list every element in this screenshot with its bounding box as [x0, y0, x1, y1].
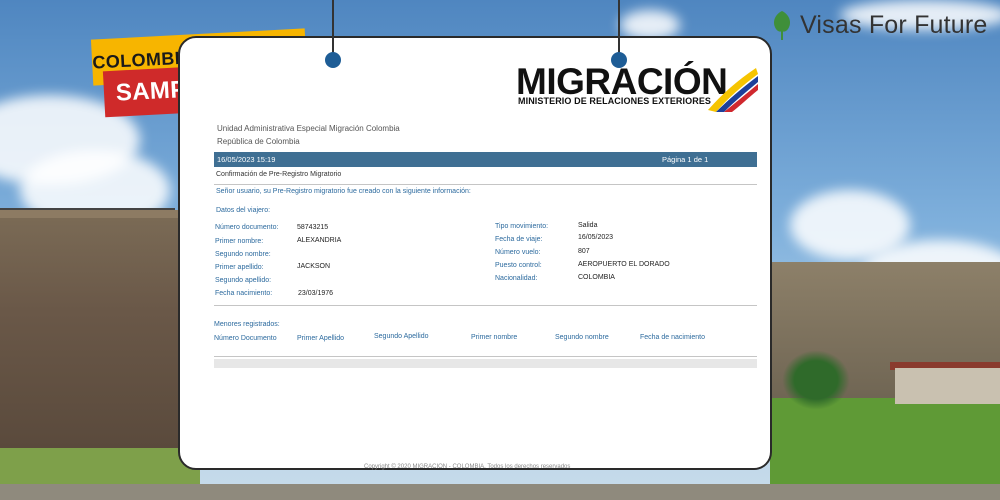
field-label: Tipo movimiento:: [495, 223, 549, 230]
fence: [0, 208, 175, 210]
field-label: Segundo nombre:: [215, 251, 271, 258]
divider: [214, 184, 757, 185]
logo-subtitle: MINISTERIO DE RELACIONES EXTERIORES: [518, 96, 712, 106]
brand-logo[interactable]: Visas For Future: [770, 9, 988, 41]
confirmation-message: Señor usuario, su Pre-Registro migratori…: [216, 188, 471, 195]
field-label: Número documento:: [215, 224, 279, 231]
field-label: Nacionalidad:: [495, 275, 538, 282]
divider: [214, 305, 757, 306]
empty-table-row: [214, 359, 757, 368]
column-header: Segundo Apellido: [374, 333, 429, 340]
document-title: Confirmación de Pre-Registro Migratorio: [216, 171, 342, 178]
field-value: 23/03/1976: [298, 290, 334, 297]
column-header: Primer Apellido: [297, 335, 345, 342]
house: [895, 368, 1000, 404]
column-header: Segundo nombre: [555, 334, 609, 341]
institution-name: Unidad Administrativa Especial Migración…: [217, 124, 400, 133]
fortress-wall-left: [0, 218, 200, 450]
field-label: Fecha de viaje:: [495, 236, 543, 243]
field-label: Puesto control:: [495, 262, 542, 269]
field-value: COLOMBIA: [578, 274, 615, 281]
column-header: Primer nombre: [471, 334, 518, 341]
field-label: Número vuelo:: [495, 249, 541, 256]
column-header: Fecha de nacimiento: [640, 334, 705, 341]
field-value: AEROPUERTO EL DORADO: [578, 261, 670, 268]
field-value: ALEXANDRIA: [297, 237, 342, 244]
migracion-logo: MIGRACIÓN MINISTERIO DE RELACIONES EXTER…: [516, 62, 758, 118]
field-value: 807: [578, 248, 590, 255]
field-value: Salida: [578, 222, 598, 229]
header-datetime: 16/05/2023 15:19: [217, 155, 276, 164]
traveler-section-title: Datos del viajero:: [216, 207, 271, 214]
pin-icon: [325, 52, 341, 68]
leaf-icon: [774, 11, 790, 40]
country-name: República de Colombia: [217, 137, 300, 146]
flag-swoosh-icon: [708, 68, 758, 112]
field-label: Fecha nacimiento:: [215, 290, 273, 297]
minors-section-title: Menores registrados:: [214, 321, 280, 328]
field-label: Segundo apellido:: [215, 277, 272, 284]
hanging-string: [332, 0, 334, 54]
field-value: 58743215: [297, 224, 329, 231]
field-value: 16/05/2023: [578, 234, 614, 241]
copyright-footer: Copyright © 2020 MIGRACION - COLOMBIA. T…: [364, 464, 571, 470]
divider: [214, 356, 757, 357]
field-label: Primer nombre:: [215, 238, 264, 245]
brand-name: Visas For Future: [800, 10, 988, 39]
header-bar: 16/05/2023 15:19 Página 1 de 1: [214, 152, 757, 167]
field-label: Primer apellido:: [215, 264, 264, 271]
page-indicator: Página 1 de 1: [662, 155, 709, 164]
column-header: Número Documento: [214, 335, 277, 342]
hanging-string: [618, 0, 620, 54]
ground: [0, 484, 1000, 500]
palm-tree: [782, 350, 850, 410]
field-value: JACKSON: [297, 263, 331, 270]
